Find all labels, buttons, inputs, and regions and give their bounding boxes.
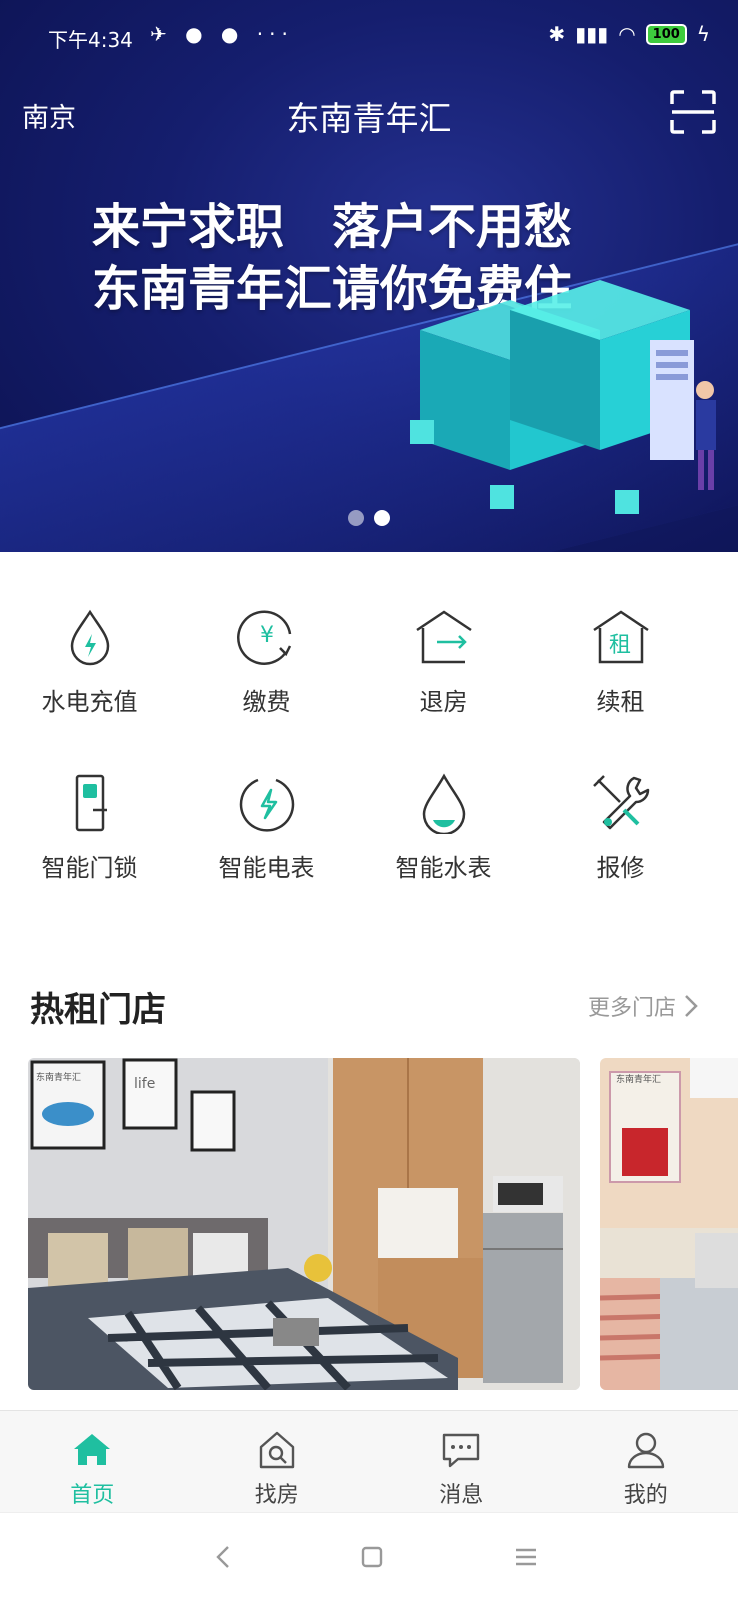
svg-text:¥: ¥ (260, 623, 274, 648)
tab-label: 消息 (439, 1477, 483, 1509)
store-card[interactable]: 东南青年汇 (600, 1058, 738, 1390)
yuan-payment-icon: ¥ (236, 606, 298, 668)
photo-sign: 东南青年汇 (36, 1071, 81, 1083)
service-label: 水电充值 (42, 682, 138, 717)
message-icon (440, 1429, 482, 1471)
bottom-tab-bar: 首页 找房 消息 我的 (0, 1410, 738, 1513)
carousel-indicator (348, 510, 390, 526)
service-label: 退房 (420, 682, 468, 717)
wifi-icon: ◠ (618, 22, 635, 46)
service-renew[interactable]: 租 续租 (533, 596, 708, 762)
hot-stores-carousel[interactable]: 东南青年汇 life 东南青年汇 (28, 1058, 738, 1390)
water-electricity-icon (59, 606, 121, 668)
system-status-icons: ✱ ▮▮▮ ◠ 100 ϟ (548, 22, 710, 46)
water-meter-icon (413, 772, 475, 834)
profile-icon (625, 1429, 667, 1471)
back-icon[interactable] (210, 1543, 238, 1571)
checkout-house-icon (413, 606, 475, 668)
service-label: 报修 (597, 848, 645, 883)
more-stores-link[interactable]: 更多门店 (588, 990, 698, 1022)
services-grid: 水电充值 ¥ 缴费 退房 租 续租 (0, 596, 738, 928)
system-navigation-bar (0, 1512, 738, 1601)
scan-icon[interactable] (670, 90, 716, 134)
service-label: 智能电表 (219, 848, 315, 883)
tab-label: 找房 (255, 1477, 299, 1509)
tab-find-house[interactable]: 找房 (185, 1411, 370, 1513)
charging-icon: ϟ (697, 22, 710, 46)
service-repair[interactable]: 报修 (533, 762, 708, 928)
server-illustration (400, 270, 738, 530)
svg-text:租: 租 (608, 633, 630, 658)
service-label: 缴费 (243, 682, 291, 717)
repair-tools-icon (590, 772, 652, 834)
service-label: 续租 (597, 682, 645, 717)
menu-icon[interactable] (512, 1543, 540, 1571)
banner-line-1: 来宁求职 落户不用愁 (92, 196, 572, 258)
service-electric-meter[interactable]: 智能电表 (179, 762, 354, 928)
status-time: 下午4:34 (48, 24, 133, 53)
bluetooth-icon: ✱ (548, 22, 565, 46)
room-photo: 东南青年汇 life (28, 1058, 580, 1390)
carousel-dot-active[interactable] (374, 510, 390, 526)
find-house-icon (256, 1429, 298, 1471)
app-title: 东南青年汇 (0, 92, 738, 140)
status-bar: 下午4:34 ✈︎ ● ● ··· ✱ ▮▮▮ ◠ 100 ϟ (0, 18, 738, 54)
smart-lock-icon (59, 772, 121, 834)
notification-icons: ✈︎ ● ● ··· (150, 22, 294, 46)
tab-label: 首页 (70, 1477, 114, 1509)
hero-banner[interactable]: 下午4:34 ✈︎ ● ● ··· ✱ ▮▮▮ ◠ 100 ϟ 南京 东南青年汇… (0, 0, 738, 552)
home-icon (71, 1429, 113, 1471)
tab-messages[interactable]: 消息 (369, 1411, 554, 1513)
photo-sign: 东南青年汇 (616, 1073, 661, 1085)
signal-icon: ▮▮▮ (575, 22, 608, 46)
store-card[interactable]: 东南青年汇 life (28, 1058, 580, 1390)
service-water-meter[interactable]: 智能水表 (356, 762, 531, 928)
service-checkout[interactable]: 退房 (356, 596, 531, 762)
hot-stores-title: 热租门店 (30, 982, 166, 1031)
service-payment[interactable]: ¥ 缴费 (179, 596, 354, 762)
carousel-dot[interactable] (348, 510, 364, 526)
tab-profile[interactable]: 我的 (554, 1411, 738, 1513)
chevron-right-icon (684, 994, 698, 1018)
room-photo: 东南青年汇 (600, 1058, 738, 1390)
more-stores-label: 更多门店 (588, 990, 676, 1022)
battery-icon: 100 (646, 24, 687, 45)
electric-meter-icon (236, 772, 298, 834)
renew-rent-icon: 租 (590, 606, 652, 668)
service-water-electricity-recharge[interactable]: 水电充值 (2, 596, 177, 762)
tab-home[interactable]: 首页 (0, 1411, 185, 1513)
home-square-icon[interactable] (358, 1543, 386, 1571)
wall-poster: life (134, 1076, 155, 1092)
service-label: 智能门锁 (42, 848, 138, 883)
service-label: 智能水表 (396, 848, 492, 883)
service-smart-lock[interactable]: 智能门锁 (2, 762, 177, 928)
tab-label: 我的 (624, 1477, 668, 1509)
